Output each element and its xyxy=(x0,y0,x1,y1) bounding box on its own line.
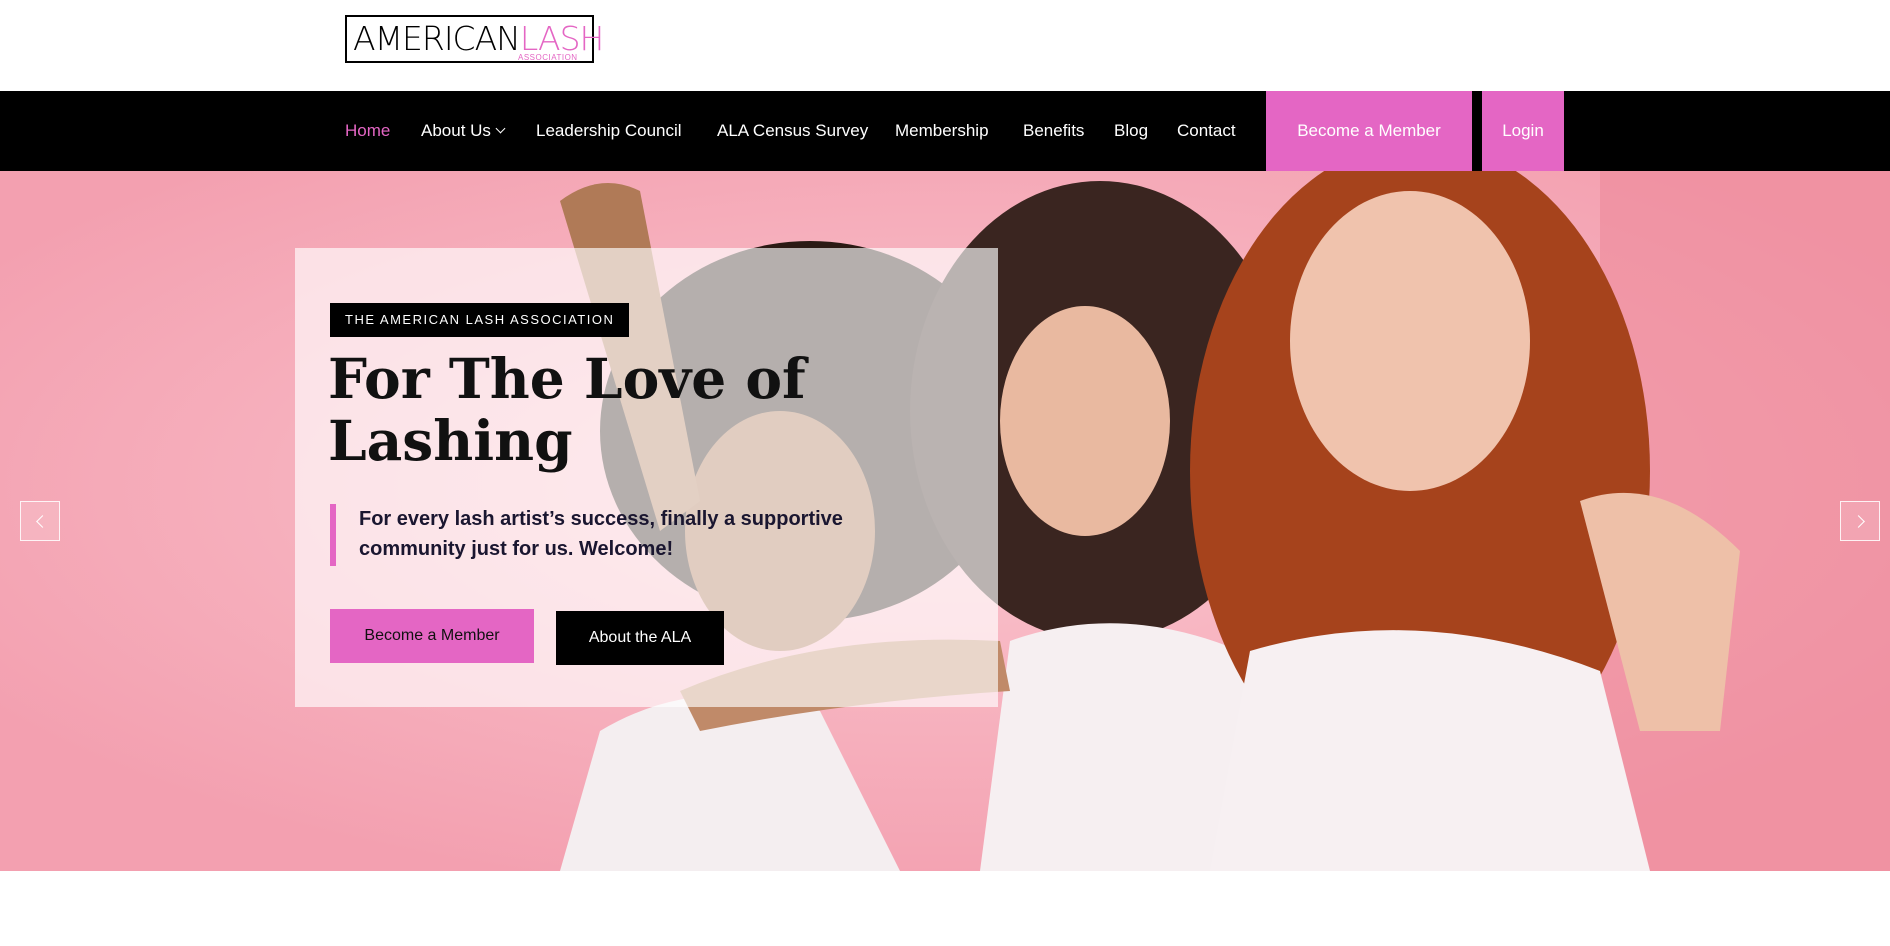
site-logo[interactable]: AMERICANLASH ASSOCIATION xyxy=(345,15,604,63)
slider-prev-button[interactable] xyxy=(20,501,60,541)
nav-item-label: About Us xyxy=(421,121,491,140)
about-ala-button[interactable]: About the ALA xyxy=(556,611,724,665)
nav-item-membership[interactable]: Membership xyxy=(895,91,989,171)
nav-item-census-survey[interactable]: ALA Census Survey xyxy=(717,91,868,171)
hero-title: For The Love of Lashing xyxy=(328,346,806,473)
chevron-left-icon xyxy=(36,515,49,528)
hero-eyebrow-label: THE AMERICAN LASH ASSOCIATION xyxy=(330,303,630,337)
hero-quote: For every lash artist’s success, finally… xyxy=(330,504,850,566)
nav-item-blog[interactable]: Blog xyxy=(1114,91,1148,171)
site-header: AMERICANLASH ASSOCIATION xyxy=(0,0,1890,91)
nav-item-about-us[interactable]: About Us xyxy=(421,91,506,171)
hero-slider: THE AMERICAN LASH ASSOCIATION For The Lo… xyxy=(0,171,1890,871)
nav-item-home[interactable]: Home xyxy=(345,91,390,171)
become-member-button[interactable]: Become a Member xyxy=(330,609,534,663)
logo-wordmark: AMERICANLASH xyxy=(353,19,604,58)
login-button[interactable]: Login xyxy=(1482,91,1564,171)
hero-quote-text: For every lash artist’s success, finally… xyxy=(359,508,843,560)
chevron-down-icon xyxy=(495,123,506,134)
chevron-right-icon xyxy=(1852,515,1865,528)
hero-content-card: THE AMERICAN LASH ASSOCIATION For The Lo… xyxy=(295,248,998,707)
become-member-nav-button[interactable]: Become a Member xyxy=(1266,91,1472,171)
slider-next-button[interactable] xyxy=(1840,501,1880,541)
nav-item-leadership-council[interactable]: Leadership Council xyxy=(536,91,682,171)
nav-item-benefits[interactable]: Benefits xyxy=(1023,91,1084,171)
nav-item-contact[interactable]: Contact xyxy=(1177,91,1236,171)
main-navigation: Home About Us Leadership Council ALA Cen… xyxy=(0,91,1890,171)
logo-subtitle: ASSOCIATION xyxy=(518,53,578,62)
